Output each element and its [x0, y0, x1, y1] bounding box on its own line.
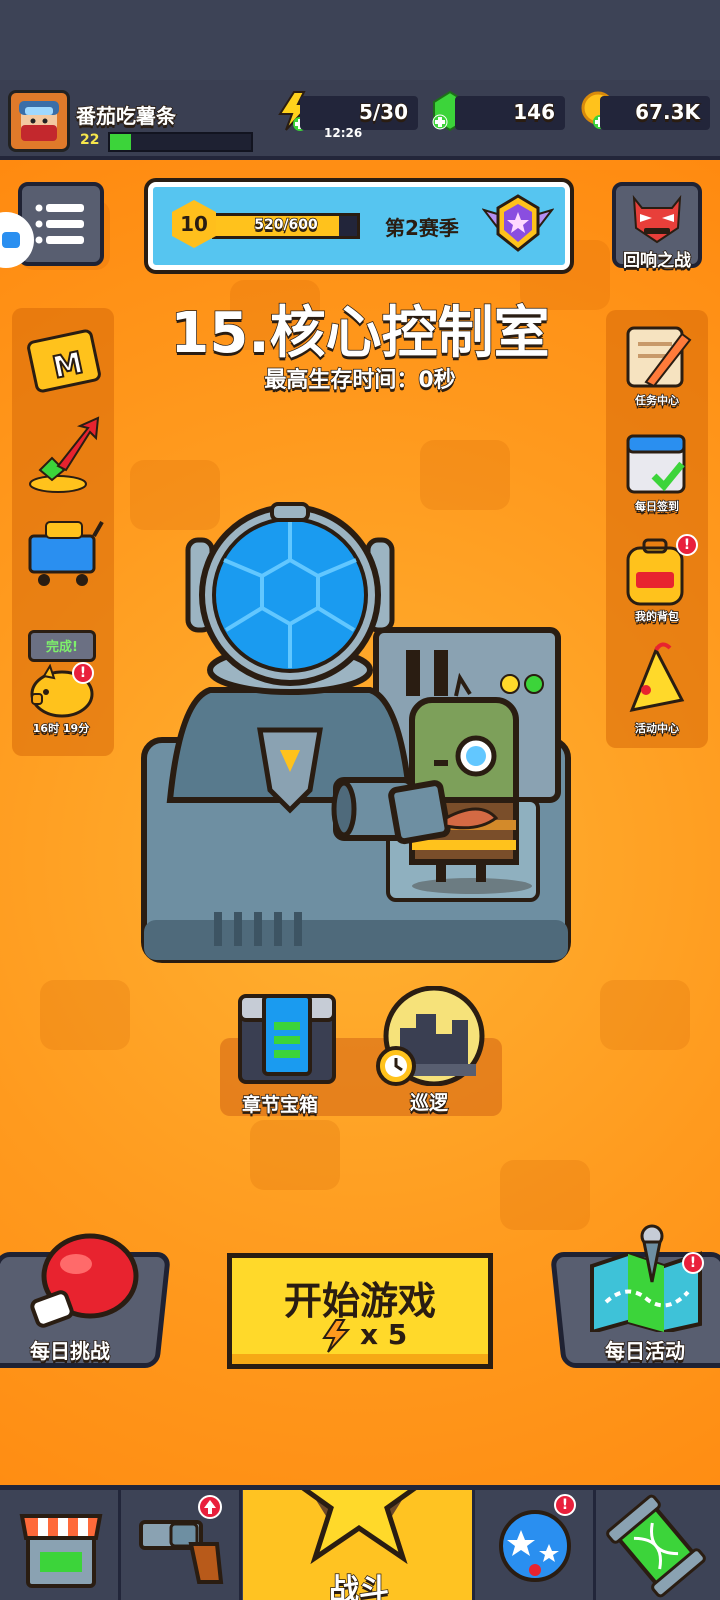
echo-battle-label: 回响之战 [622, 250, 692, 272]
shop-stall-icon [19, 1514, 103, 1588]
dna-capsule-icon [606, 1494, 706, 1598]
status-bar [0, 0, 720, 80]
boxing-glove-icon [24, 1230, 144, 1334]
piggy-timer: 16时 19分 [32, 721, 90, 736]
weapons-upgrade-icon [198, 1494, 222, 1524]
treasure-map-icon [588, 1222, 704, 1336]
talents-alert-badge: ! [554, 1494, 576, 1516]
floating-assistant-button[interactable] [0, 212, 34, 268]
piggy-alert-badge: ! [72, 662, 94, 684]
stage-title: 15.核心控制室 [170, 300, 551, 367]
task-center-label: 任务中心 [634, 393, 680, 408]
demon-helmet-icon [632, 194, 682, 244]
start-game-label: 开始游戏 [283, 1279, 436, 1323]
tab-genes[interactable] [596, 1490, 717, 1600]
player-level: 22 [80, 132, 100, 148]
energy-timer: 12:26 [324, 126, 363, 140]
daily-event-alert-badge: ! [682, 1252, 704, 1274]
growth-fund-icon[interactable] [22, 414, 106, 502]
backpack-label: 我的背包 [634, 609, 680, 624]
revolver-icon [139, 1520, 224, 1584]
calendar-check-icon[interactable] [616, 430, 698, 506]
best-survival-time: 最高生存时间：0秒 [264, 367, 457, 394]
chapter-chest-label: 章节宝箱 [241, 1093, 319, 1117]
event-center-label: 活动中心 [634, 721, 680, 736]
daily-checkin-label: 每日签到 [634, 499, 680, 514]
stage-illustration[interactable] [140, 500, 580, 984]
tab-weapons[interactable] [121, 1490, 242, 1600]
season-name: 第2赛季 [385, 216, 459, 240]
shop-cart-icon[interactable] [22, 510, 106, 594]
tab-shop[interactable] [0, 1490, 121, 1600]
chest-icon [238, 994, 336, 1084]
start-game-cost: x 5 [360, 1318, 408, 1351]
daily-event-label: 每日活动 [604, 1338, 686, 1364]
coin-counter: 67.3K [600, 96, 710, 130]
chapter-chest-button[interactable] [236, 990, 340, 1090]
patrol-city-icon [376, 985, 485, 1087]
tab-talents[interactable] [475, 1490, 596, 1600]
energy-cost-icon [322, 1318, 352, 1358]
star-orb-icon [499, 1510, 571, 1582]
tab-battle-label: 战斗 [328, 1572, 390, 1600]
gem-counter: 146 [455, 96, 565, 130]
daily-challenge-label: 每日挑战 [29, 1338, 111, 1364]
piggy-status: 完成! [46, 640, 78, 655]
player-avatar[interactable] [8, 90, 70, 152]
patrol-label: 巡逻 [409, 1091, 449, 1115]
patrol-button[interactable] [376, 985, 488, 1090]
party-popper-icon[interactable] [616, 640, 698, 724]
xp-bar [108, 132, 253, 152]
season-rank-icon [481, 192, 555, 260]
backpack-alert-badge: ! [676, 534, 698, 556]
energy-counter: 5/30 [300, 96, 418, 130]
season-progress-text: 520/600 [253, 216, 318, 234]
player-name: 番茄吃薯条 [75, 103, 177, 129]
